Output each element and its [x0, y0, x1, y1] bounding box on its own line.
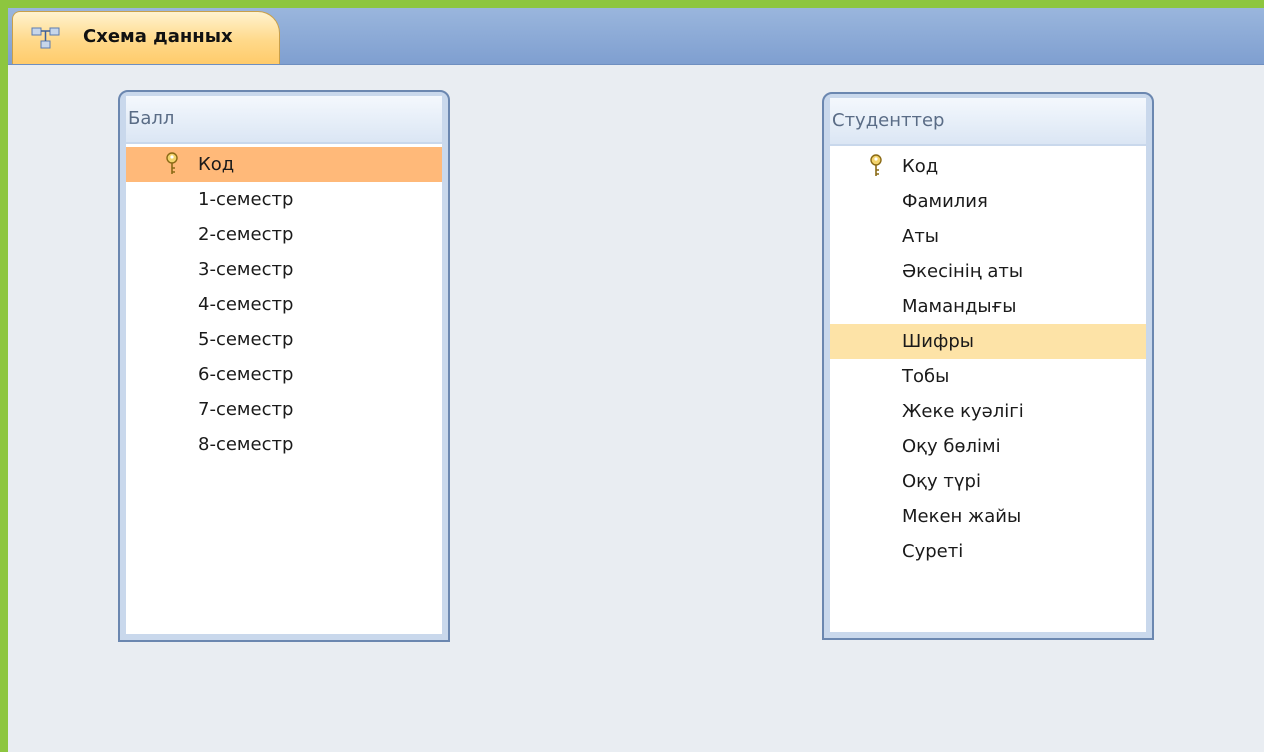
field-oku-bolimi[interactable]: Оқу бөлімі [830, 429, 1146, 464]
field-semester-3[interactable]: 3-семестр [126, 252, 442, 287]
field-toby[interactable]: Тобы [830, 359, 1146, 394]
field-label: Жеке куәлігі [902, 401, 1024, 422]
field-akesinin-aty[interactable]: Әкесінің аты [830, 254, 1146, 289]
field-label: Шифры [902, 331, 974, 352]
field-semester-7[interactable]: 7-семестр [126, 392, 442, 427]
field-label: Суреті [902, 541, 964, 562]
field-label: Аты [902, 226, 940, 247]
field-mamandygy[interactable]: Мамандығы [830, 289, 1146, 324]
field-semester-4[interactable]: 4-семестр [126, 287, 442, 322]
tab-relationships-label: Схема данных [83, 26, 233, 47]
field-label: Мекен жайы [902, 506, 1022, 527]
field-shifry[interactable]: Шифры [830, 324, 1146, 359]
field-label: 1-семестр [198, 189, 294, 210]
field-semester-2[interactable]: 2-семестр [126, 217, 442, 252]
table-ball-field-list[interactable]: Код 1-семестр 2-семестр 3-семестр 4-семе… [126, 144, 442, 634]
field-label: 2-семестр [198, 224, 294, 245]
field-kod[interactable]: Код [126, 147, 442, 182]
field-semester-8[interactable]: 8-семестр [126, 427, 442, 462]
field-label: 6-семестр [198, 364, 294, 385]
field-zheke-kualigi[interactable]: Жеке куәлігі [830, 394, 1146, 429]
field-label: Оқу түрі [902, 471, 981, 492]
table-studentter[interactable]: Студенттер Код Фамилия Аты Әкесінің аты … [822, 92, 1154, 640]
field-semester-5[interactable]: 5-семестр [126, 322, 442, 357]
field-label: 4-семестр [198, 294, 294, 315]
primary-key-icon [870, 154, 882, 176]
table-ball[interactable]: Балл Код 1-семестр 2-семестр 3-семестр 4… [118, 90, 450, 642]
field-label: Мамандығы [902, 296, 1017, 317]
field-label: Код [198, 154, 235, 175]
tab-relationships[interactable]: Схема данных [12, 11, 280, 64]
table-ball-title[interactable]: Балл [126, 96, 442, 142]
field-label: Фамилия [902, 191, 988, 212]
field-familiya[interactable]: Фамилия [830, 184, 1146, 219]
field-semester-1[interactable]: 1-семестр [126, 182, 442, 217]
field-kod[interactable]: Код [830, 149, 1146, 184]
field-aty[interactable]: Аты [830, 219, 1146, 254]
field-oku-turi[interactable]: Оқу түрі [830, 464, 1146, 499]
field-label: Оқу бөлімі [902, 436, 1001, 457]
field-label: Тобы [902, 366, 950, 387]
relationships-icon [31, 27, 60, 49]
field-label: Код [902, 156, 939, 177]
document-tab-bar: Схема данных [8, 8, 1264, 65]
table-studentter-title[interactable]: Студенттер [830, 98, 1146, 144]
field-label: 7-семестр [198, 399, 294, 420]
field-label: 5-семестр [198, 329, 294, 350]
table-studentter-field-list[interactable]: Код Фамилия Аты Әкесінің аты Мамандығы Ш… [830, 146, 1146, 632]
primary-key-icon [166, 152, 178, 174]
field-label: Әкесінің аты [902, 261, 1024, 282]
field-label: 3-семестр [198, 259, 294, 280]
relationships-window: Схема данных Балл Код 1-семестр 2-семест… [8, 8, 1264, 752]
field-sureti[interactable]: Суреті [830, 534, 1146, 569]
field-label: 8-семестр [198, 434, 294, 455]
field-semester-6[interactable]: 6-семестр [126, 357, 442, 392]
field-meken-zhaiy[interactable]: Мекен жайы [830, 499, 1146, 534]
